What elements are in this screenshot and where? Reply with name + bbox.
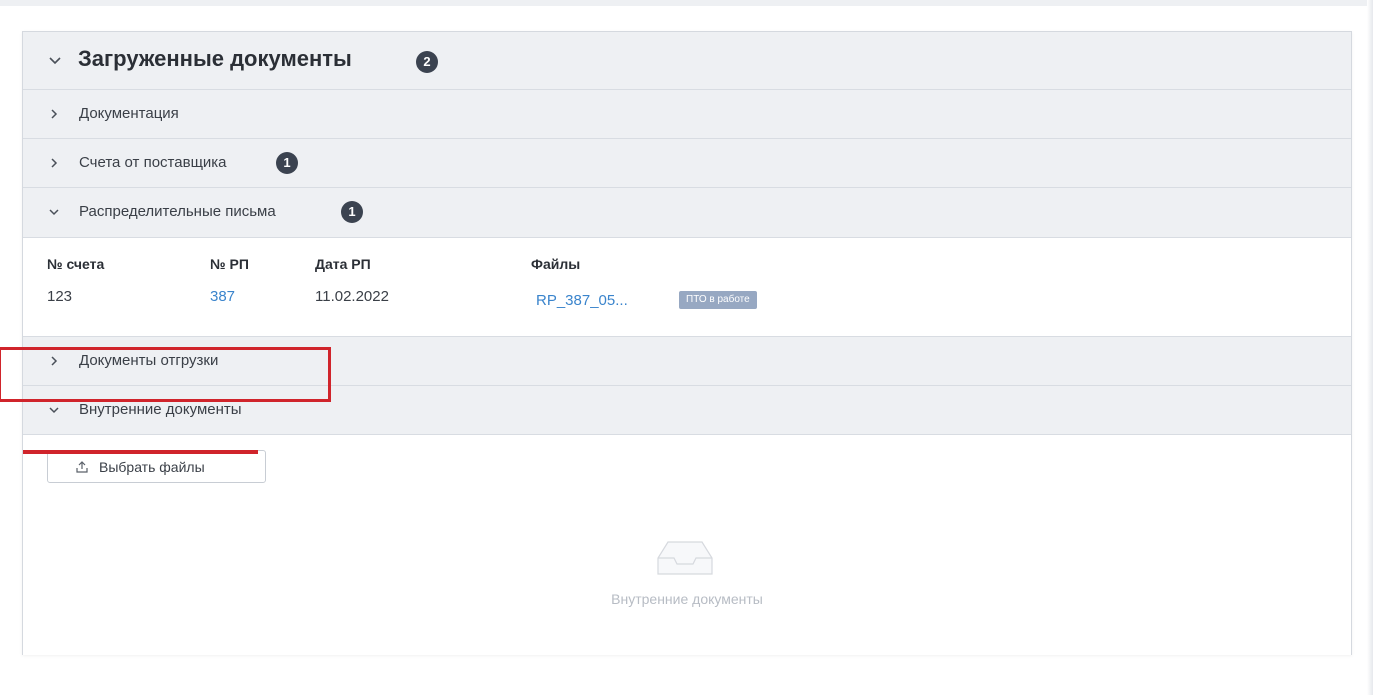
panel-title: Загруженные документы [78,46,352,71]
chevron-right-icon [51,158,58,168]
cell-file-link[interactable]: RP_387_05... [536,292,628,309]
status-badge: ПТО в работе [679,291,757,309]
section-label: Внутренние документы [79,401,242,418]
column-header-rp-no: № РП [210,256,249,272]
internal-docs-content: Выбрать файлы Внутренние документы [23,435,1351,655]
cell-invoice-no: 123 [47,288,73,305]
column-header-files: Файлы [531,256,581,272]
inbox-icon [657,541,713,575]
highlight-underline [23,450,258,454]
section-label: Распределительные письма [79,203,276,220]
cell-rp-no-link[interactable]: 387 [210,288,235,305]
select-files-label: Выбрать файлы [99,459,205,475]
empty-state-text: Внутренние документы [611,591,763,607]
chevron-down-icon [49,57,61,65]
cell-rp-date: 11.02.2022 [315,288,389,305]
top-edge [0,0,1373,6]
section-label: Счета от поставщика [79,154,227,171]
column-header-rp-date: Дата РП [315,256,371,272]
panel-header[interactable]: Загруженные документы 2 [23,32,1351,90]
chevron-down-icon [49,209,59,216]
distribution-letters-table: № счета № РП Дата РП Файлы 123 387 11.02… [23,238,1351,337]
section-count-badge: 1 [341,201,363,223]
chevron-right-icon [51,109,58,119]
section-distribution-letters[interactable]: Распределительные письма 1 [23,188,1351,238]
chevron-down-icon [49,407,59,414]
highlight-box [0,347,331,402]
section-count-badge: 1 [276,152,298,174]
section-supplier-invoices[interactable]: Счета от поставщика 1 [23,139,1351,188]
uploaded-documents-panel: Загруженные документы 2 Документация Сче… [22,31,1352,655]
section-documentation[interactable]: Документация [23,90,1351,139]
column-header-invoice-no: № счета [47,256,105,272]
right-edge [1367,0,1373,695]
section-label: Документация [79,105,179,122]
upload-icon [76,461,88,473]
select-files-button[interactable]: Выбрать файлы [47,450,266,483]
panel-count-badge: 2 [416,51,438,73]
